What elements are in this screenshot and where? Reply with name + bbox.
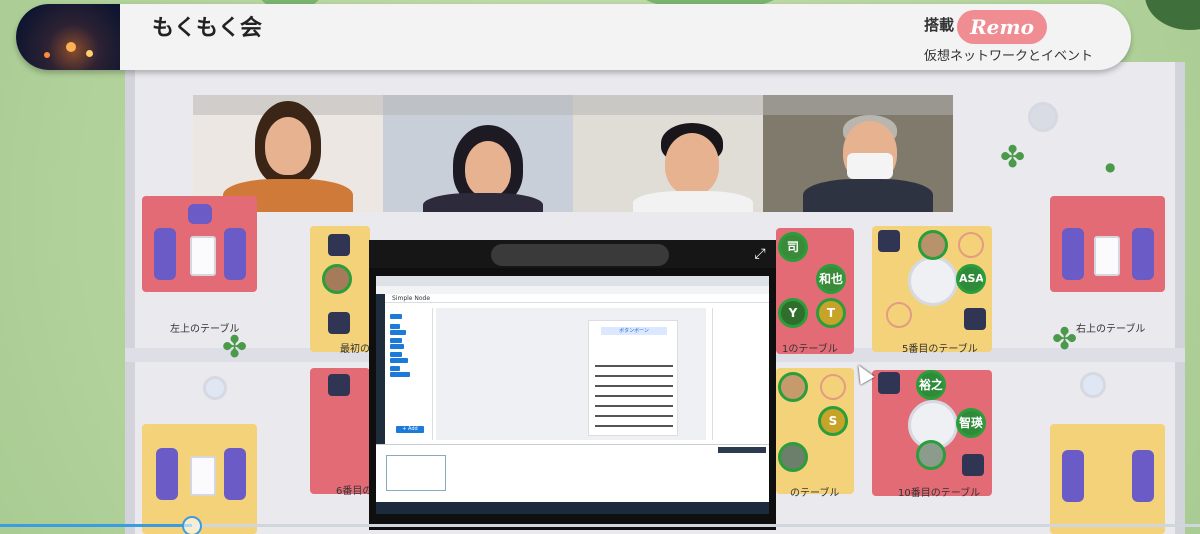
brand-prefix: 搭載 (924, 16, 955, 34)
table-label: のテーブル (790, 488, 840, 499)
timeline-handle[interactable] (182, 516, 202, 534)
table-label: 左上のテーブル (170, 324, 240, 335)
properties-panel (712, 308, 769, 440)
table-one[interactable]: 司 和也 Y T 1のテーブル (776, 228, 854, 355)
avatar[interactable]: 智瑛 (956, 408, 986, 438)
avatar[interactable] (918, 230, 948, 260)
avatar[interactable]: 裕之 (916, 370, 946, 400)
video-name-bar (763, 95, 953, 115)
brand-tagline: 仮想ネットワークとイベント (924, 49, 1094, 64)
stage-video[interactable] (383, 95, 573, 212)
avatar[interactable]: 和也 (816, 264, 846, 294)
stage-video[interactable] (573, 95, 763, 212)
event-thumbnail[interactable] (16, 4, 120, 70)
browser-tabs (376, 276, 769, 286)
shared-screen: Simple Node + Add Node ボタンボーン (376, 276, 769, 502)
sofa (1132, 450, 1154, 502)
fullscreen-icon[interactable]: ⤢ (752, 246, 768, 262)
wall-light (1080, 372, 1106, 398)
avatar[interactable]: S (818, 406, 848, 436)
table-top-left[interactable]: 左上のテーブル (142, 196, 257, 335)
plant-icon: ✤ (222, 330, 248, 365)
browser-url-bar (376, 286, 769, 294)
table-label: 1のテーブル (782, 344, 838, 355)
timeline-progress (0, 524, 192, 527)
windows-taskbar (376, 502, 769, 514)
stage-video[interactable] (193, 95, 383, 212)
screen-share-window[interactable]: ⤢ Simple Node + Add Node ボタンボーン (369, 240, 776, 530)
plant-icon: ✤ (1052, 322, 1078, 357)
presenter-name (491, 244, 669, 266)
event-title: もくもく会 (152, 16, 263, 41)
app-toolbar: Simple Node (376, 294, 769, 303)
sofa (1062, 450, 1084, 502)
avatar[interactable] (322, 264, 352, 294)
form-preview: ボタンボーン (588, 320, 678, 436)
table-label: 右上のテーブル (1076, 324, 1146, 335)
plant-icon: ● (1105, 160, 1116, 174)
video-name-bar (383, 95, 573, 115)
editor-canvas: ボタンボーン (436, 308, 706, 440)
avatar[interactable] (916, 440, 946, 470)
table-tenth[interactable]: 裕之 智瑛 10番目のテーブル (872, 370, 992, 499)
avatar[interactable]: T (816, 298, 846, 328)
timeline-bar[interactable] (0, 516, 1200, 534)
table-label: 5番目のテーブル (902, 344, 978, 355)
stage-video[interactable] (763, 95, 953, 212)
avatar[interactable]: Y (778, 298, 808, 328)
remo-logo[interactable]: Remo (957, 10, 1047, 44)
video-name-bar (573, 95, 763, 115)
add-node-button: + Add Node (396, 426, 424, 439)
plant-icon: ✤ (1000, 140, 1026, 175)
avatar[interactable]: ASA (956, 264, 986, 294)
table-sixth[interactable]: 6番目のテ (310, 368, 382, 497)
avatar[interactable] (778, 372, 808, 402)
table-top-right[interactable]: 右上のテーブル (1050, 196, 1165, 335)
table-ninth[interactable]: S のテーブル (776, 368, 854, 499)
table-label: 10番目のテーブル (898, 488, 981, 499)
bottom-panel (376, 444, 769, 502)
app-title: Simple Node (392, 295, 431, 302)
avatar[interactable] (778, 442, 808, 472)
node-tree: + Add Node (386, 308, 433, 440)
table-first[interactable]: 最初のテ (310, 226, 380, 355)
avatar[interactable]: 司 (778, 232, 808, 262)
screen-share-header: ⤢ (369, 240, 776, 268)
table-sixth-left[interactable] (142, 424, 257, 534)
table-fifth[interactable]: ASA 5番目のテーブル (872, 226, 992, 355)
wall-light (1028, 102, 1058, 132)
wall-light (203, 376, 227, 400)
